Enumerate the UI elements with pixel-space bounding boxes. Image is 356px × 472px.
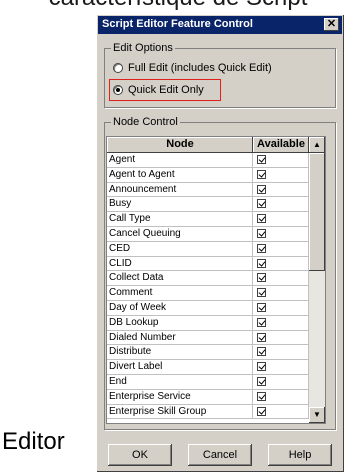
window-title: Script Editor Feature Control (102, 18, 253, 30)
table-row[interactable]: Cancel Queuing (107, 226, 309, 242)
quick-edit-label: Quick Edit Only (128, 84, 204, 96)
available-checkbox[interactable] (257, 332, 266, 342)
available-cell (253, 182, 309, 198)
available-cell (253, 389, 309, 405)
help-button[interactable]: Help (268, 444, 332, 466)
node-control-label: Node Control (111, 116, 180, 128)
node-name-cell: Enterprise Service (107, 389, 253, 405)
available-checkbox[interactable] (257, 317, 266, 327)
available-checkbox[interactable] (257, 214, 266, 224)
available-checkbox[interactable] (257, 155, 266, 164)
table-row[interactable]: DB Lookup (107, 315, 309, 331)
table-row[interactable]: Announcement (107, 182, 309, 198)
node-name-cell: Divert Label (107, 360, 253, 375)
scroll-thumb[interactable] (309, 153, 325, 271)
available-cell (253, 315, 309, 331)
available-cell (253, 167, 309, 183)
table-row[interactable]: Agent (107, 153, 309, 168)
feature-control-dialog: Script Editor Feature Control ✕ Edit Opt… (96, 14, 344, 472)
available-checkbox[interactable] (257, 228, 266, 238)
node-name-cell: DB Lookup (107, 315, 253, 331)
node-table: Node Available Agent Agent to Agent Announ… (106, 136, 326, 424)
available-cell (253, 300, 309, 316)
available-checkbox[interactable] (257, 391, 266, 401)
available-cell (253, 212, 309, 227)
available-cell (253, 197, 309, 213)
vertical-scrollbar[interactable]: ▲ ▼ (309, 137, 325, 423)
table-row[interactable]: Distribute (107, 345, 309, 361)
node-name-cell: Announcement (107, 182, 253, 198)
available-checkbox[interactable] (257, 169, 266, 179)
cancel-button[interactable]: Cancel (188, 444, 252, 466)
available-checkbox[interactable] (257, 273, 266, 283)
title-bar: Script Editor Feature Control ✕ (98, 16, 342, 34)
table-header: Node Available (107, 137, 309, 153)
table-row[interactable]: CED (107, 241, 309, 257)
available-checkbox[interactable] (257, 362, 266, 372)
background-editor-word: Editor (2, 428, 65, 455)
node-name-cell: Comment (107, 286, 253, 301)
node-name-cell: Call Type (107, 212, 253, 227)
ok-button[interactable]: OK (108, 444, 172, 466)
column-header-available[interactable]: Available (253, 137, 309, 153)
full-edit-option[interactable]: Full Edit (includes Quick Edit) (113, 62, 272, 74)
quick-edit-radio[interactable] (113, 85, 123, 95)
table-row[interactable]: Enterprise Service (107, 389, 309, 405)
available-checkbox[interactable] (257, 243, 266, 253)
table-row[interactable]: Dialed Number (107, 330, 309, 346)
available-checkbox[interactable] (257, 184, 266, 194)
available-cell (253, 404, 309, 420)
scroll-down-button[interactable]: ▼ (309, 407, 325, 423)
node-name-cell: Collect Data (107, 271, 253, 287)
node-name-cell: CLID (107, 256, 253, 272)
node-name-cell: Agent (107, 153, 253, 168)
available-cell (253, 374, 309, 390)
available-cell (253, 153, 309, 168)
node-name-cell: Cancel Queuing (107, 226, 253, 242)
node-name-cell: Enterprise Skill Group (107, 404, 253, 420)
available-checkbox[interactable] (257, 288, 266, 298)
edit-options-group: Edit Options Full Edit (includes Quick E… (104, 42, 336, 108)
table-row[interactable]: Agent to Agent (107, 167, 309, 183)
close-button[interactable]: ✕ (324, 18, 339, 31)
available-checkbox[interactable] (257, 406, 266, 416)
table-row[interactable]: Divert Label (107, 360, 309, 375)
scroll-up-button[interactable]: ▲ (309, 137, 325, 153)
available-cell (253, 360, 309, 375)
available-checkbox[interactable] (257, 376, 266, 386)
node-name-cell: Distribute (107, 345, 253, 361)
edit-options-label: Edit Options (111, 42, 175, 54)
available-checkbox[interactable] (257, 199, 266, 209)
available-checkbox[interactable] (257, 347, 266, 357)
table-row[interactable]: CLID (107, 256, 309, 272)
column-header-node[interactable]: Node (107, 137, 253, 153)
available-cell (253, 286, 309, 301)
available-cell (253, 256, 309, 272)
quick-edit-option[interactable]: Quick Edit Only (113, 84, 204, 96)
node-name-cell: CED (107, 241, 253, 257)
table-row[interactable]: Collect Data (107, 271, 309, 287)
table-row[interactable]: Call Type (107, 212, 309, 227)
table-body: Agent Agent to Agent Announcement Busy Call … (107, 153, 309, 420)
available-checkbox[interactable] (257, 302, 266, 312)
available-cell (253, 241, 309, 257)
background-caption: característique de Script (0, 0, 356, 12)
full-edit-radio[interactable] (113, 63, 123, 73)
table-row[interactable]: Enterprise Skill Group (107, 404, 309, 420)
node-name-cell: Busy (107, 197, 253, 213)
node-name-cell: Dialed Number (107, 330, 253, 346)
available-cell (253, 345, 309, 361)
available-cell (253, 226, 309, 242)
available-cell (253, 330, 309, 346)
available-checkbox[interactable] (257, 258, 266, 268)
node-name-cell: Day of Week (107, 300, 253, 316)
full-edit-label: Full Edit (includes Quick Edit) (128, 62, 272, 74)
table-row[interactable]: End (107, 374, 309, 390)
available-cell (253, 271, 309, 287)
node-name-cell: End (107, 374, 253, 390)
node-name-cell: Agent to Agent (107, 167, 253, 183)
table-row[interactable]: Busy (107, 197, 309, 213)
table-row[interactable]: Comment (107, 286, 309, 301)
table-row[interactable]: Day of Week (107, 300, 309, 316)
